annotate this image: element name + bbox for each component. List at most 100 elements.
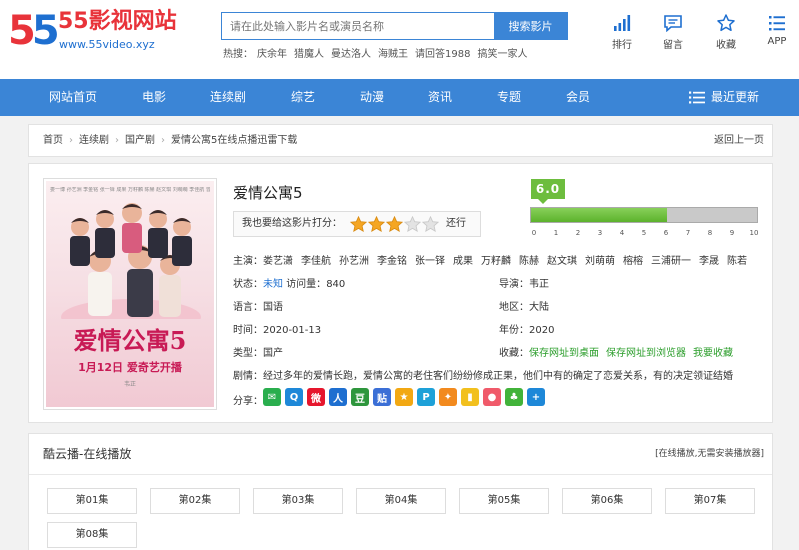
episode-button[interactable]: 第01集 (47, 488, 137, 514)
score-tick-label: 3 (597, 229, 603, 237)
breadcrumb-category[interactable]: 国产剧 (125, 135, 155, 146)
cast-member[interactable]: 陈若 (727, 256, 747, 267)
site-url: www.55video.xyz (59, 38, 155, 51)
latest-label: 最近更新 (710, 90, 759, 104)
cast-member[interactable]: 刘萌萌 (585, 256, 615, 267)
add-favorite-link[interactable]: 我要收藏 (693, 348, 733, 359)
cast-member[interactable]: 李佳航 (301, 256, 331, 267)
cast-member[interactable]: 李金铭 (377, 256, 407, 267)
score-tick-label: 8 (707, 229, 713, 237)
cast-member[interactable]: 娄艺潇 (263, 256, 293, 267)
clover-icon[interactable]: ♣ (505, 388, 523, 406)
director-row: 导演：韦正 (499, 275, 549, 290)
cast-member[interactable]: 李晟 (699, 256, 719, 267)
score-tick-label: 6 (663, 229, 669, 237)
director-label: 导演： (499, 279, 529, 290)
episode-button[interactable]: 第07集 (665, 488, 755, 514)
nav-item-home[interactable]: 网站首页 (49, 79, 97, 116)
rating-star-icon[interactable] (349, 215, 368, 233)
favorite-button[interactable]: 收藏 (704, 14, 748, 51)
cast-member[interactable]: 三浦研一 (651, 256, 691, 267)
episode-button[interactable]: 第02集 (150, 488, 240, 514)
views-value: 840 (326, 279, 346, 290)
qq-icon[interactable]: Q (285, 388, 303, 406)
site-logo[interactable]: 55 55影视网站 www.55video.xyz (8, 8, 177, 58)
nav-item-anime[interactable]: 动漫 (360, 79, 384, 116)
cast-member[interactable]: 成果 (453, 256, 473, 267)
hot-search-link[interactable]: 猎魔人 (294, 49, 324, 60)
cast-member[interactable]: 张一铎 (415, 256, 445, 267)
back-link[interactable]: 返回上一页 (714, 125, 764, 156)
search-input[interactable] (222, 13, 494, 39)
hot-search-link[interactable]: 曼达洛人 (331, 49, 371, 60)
save-to-browser-link[interactable]: 保存网址到浏览器 (606, 348, 686, 359)
episode-button[interactable]: 第04集 (356, 488, 446, 514)
breadcrumb-series[interactable]: 连续剧 (79, 135, 109, 146)
type-label: 类型： (233, 348, 263, 359)
score-pointer (538, 199, 548, 204)
favorite-row: 收藏：保存网址到桌面 保存网址到浏览器 我要收藏 (499, 344, 740, 359)
favorite-row-label: 收藏： (499, 348, 529, 359)
rating-star-icon[interactable] (403, 215, 422, 233)
message-button[interactable]: 留言 (651, 14, 695, 51)
nav-item-news[interactable]: 资讯 (428, 79, 452, 116)
logo-mark: 55 (8, 8, 60, 54)
rating-star-icon[interactable] (385, 215, 404, 233)
douban-icon[interactable]: 豆 (351, 388, 369, 406)
episode-button[interactable]: 第03集 (253, 488, 343, 514)
episode-button[interactable]: 第05集 (459, 488, 549, 514)
score-tick-label: 1 (553, 229, 559, 237)
site-title: 55影视网站 (58, 9, 177, 34)
rating-star-icon[interactable] (421, 215, 440, 233)
renren-icon[interactable]: 人 (329, 388, 347, 406)
ranking-button[interactable]: 排行 (600, 14, 644, 51)
region-value: 大陆 (529, 302, 549, 313)
year-label: 年份： (499, 325, 529, 336)
hot-search-link[interactable]: 请回答1988 (415, 49, 470, 60)
cast-member[interactable]: 陈赫 (519, 256, 539, 267)
time-value: 2020-01-13 (263, 325, 322, 336)
episode-button[interactable]: 第06集 (562, 488, 652, 514)
pocket-icon[interactable]: P (417, 388, 435, 406)
poster-director: 韦正 (123, 381, 136, 388)
cast-member[interactable]: 孙艺洲 (339, 256, 369, 267)
plot-text: 经过多年的爱情长跑，爱情公寓的老住客们纷纷修成正果，他们中有的确定了恋爱关系，有… (263, 371, 733, 382)
save-to-desktop-link[interactable]: 保存网址到桌面 (529, 348, 599, 359)
rating-star-icon[interactable] (367, 215, 386, 233)
nav-item-movies[interactable]: 电影 (142, 79, 166, 116)
share-label: 分享： (233, 396, 263, 407)
app-label: APP (767, 36, 787, 47)
qzone-icon[interactable]: ★ (395, 388, 413, 406)
episode-button[interactable]: 第08集 (47, 522, 137, 548)
cast-member[interactable]: 榕榕 (623, 256, 643, 267)
bookmark-icon[interactable]: ▮ (461, 388, 479, 406)
type-value[interactable]: 国产 (263, 348, 283, 359)
movie-title: 爱情公寓5 (233, 184, 303, 202)
kaixin-icon[interactable]: ✦ (439, 388, 457, 406)
nav-item-latest[interactable]: 最近更新 (688, 79, 759, 116)
language-value: 国语 (263, 302, 283, 313)
hot-search-link[interactable]: 海贼王 (378, 49, 408, 60)
nav-item-member[interactable]: 会员 (566, 79, 590, 116)
hot-search-link[interactable]: 搞笑一家人 (477, 49, 527, 60)
menu-icon (769, 16, 785, 31)
nav-item-series[interactable]: 连续剧 (210, 79, 246, 116)
cast-member[interactable]: 赵文琪 (547, 256, 577, 267)
search-button[interactable]: 搜索影片 (494, 13, 567, 39)
weibo-icon[interactable]: 微 (307, 388, 325, 406)
plot-label: 剧情： (233, 371, 263, 382)
score-ticks: 0 1 2 3 4 5 6 7 8 9 10 (530, 229, 759, 241)
hot-search-link[interactable]: 庆余年 (257, 49, 287, 60)
app-button[interactable]: APP (755, 14, 799, 47)
cast-member[interactable]: 万籽麟 (481, 256, 511, 267)
movie-poster[interactable]: 娄一博 孙艺洲 李金铭 张一铎 成果 万籽麟 陈赫 赵文琪 刘萌萌 李佳航 曾小… (43, 178, 217, 410)
wechat-icon[interactable]: ✉ (263, 388, 281, 406)
nav-item-variety[interactable]: 综艺 (291, 79, 315, 116)
director-value[interactable]: 韦正 (529, 279, 549, 290)
cast-label: 主演： (233, 256, 263, 267)
tuita-icon[interactable]: ● (483, 388, 501, 406)
nav-item-topics[interactable]: 专题 (497, 79, 521, 116)
tieba-icon[interactable]: 贴 (373, 388, 391, 406)
more-icon[interactable]: + (527, 388, 545, 406)
breadcrumb-home[interactable]: 首页 (43, 135, 63, 146)
